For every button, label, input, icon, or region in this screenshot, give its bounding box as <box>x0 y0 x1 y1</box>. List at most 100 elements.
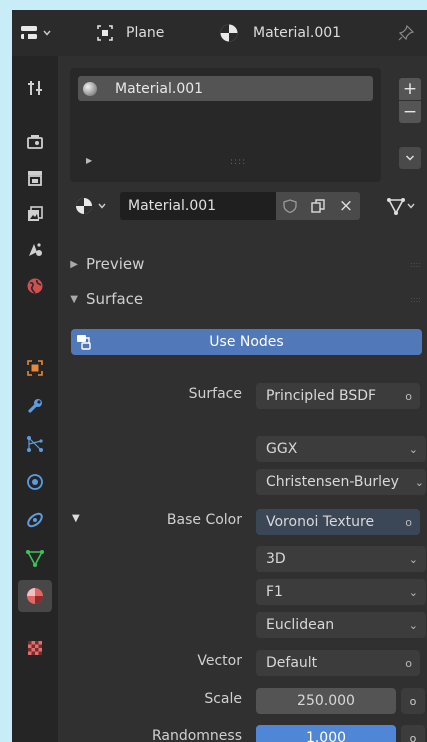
expand-triangle-icon[interactable]: ▶ <box>86 156 92 165</box>
distribution-dropdown[interactable]: GGX ⌄ <box>256 436 426 462</box>
chevron-down-icon: ⌄ <box>408 618 418 632</box>
output-icon <box>28 171 42 186</box>
vector-value: Default <box>266 655 318 671</box>
surface-panel-header[interactable]: ▼ Surface :::: <box>58 284 427 314</box>
material-slot-list[interactable]: Material.001 ▶ :::: <box>70 68 381 182</box>
tab-physics[interactable] <box>18 466 52 498</box>
node-tree-selector[interactable] <box>378 192 424 220</box>
preview-panel-header[interactable]: ▶ Preview :::: <box>58 249 427 279</box>
chevron-down-icon <box>98 203 106 209</box>
world-icon <box>27 278 43 294</box>
vector-field[interactable]: Default o <box>256 650 420 676</box>
slot-specials-button[interactable] <box>399 147 421 169</box>
slot-name: Material.001 <box>115 80 204 97</box>
preview-label: Preview <box>86 255 145 273</box>
tab-texture[interactable] <box>18 632 52 664</box>
fake-user-button[interactable] <box>276 192 304 220</box>
subsurface-method-value: Christensen-Burley <box>266 474 399 490</box>
chevron-down-icon: ⌄ <box>408 442 418 456</box>
editor-type-icon <box>21 26 37 39</box>
use-nodes-button[interactable]: Use Nodes <box>71 329 422 355</box>
expanded-triangle-icon: ▼ <box>70 293 78 305</box>
chevron-down-icon: ⌄ <box>414 475 424 489</box>
tab-world[interactable] <box>18 270 52 302</box>
tab-material[interactable] <box>18 580 52 612</box>
node-icon <box>77 335 91 350</box>
duplicate-material-button[interactable] <box>304 192 332 220</box>
pin-button[interactable] <box>397 10 415 56</box>
subsurface-method-dropdown[interactable]: Christensen-Burley ⌄ <box>256 469 426 495</box>
collapsed-triangle-icon: ▶ <box>70 258 78 270</box>
view-layer-icon <box>28 206 43 221</box>
add-slot-button[interactable]: + <box>399 78 421 100</box>
unlink-material-button[interactable]: × <box>332 192 360 220</box>
tab-view-layer[interactable] <box>18 198 52 230</box>
tab-constraints[interactable] <box>18 504 52 536</box>
chevron-down-icon: ⌄ <box>408 585 418 599</box>
material-sphere-icon <box>83 81 97 96</box>
material-sphere-icon <box>76 198 92 214</box>
editor-type-selector[interactable] <box>20 10 52 56</box>
constraints-icon <box>27 512 43 528</box>
material-sphere-icon <box>220 24 238 42</box>
tab-tool[interactable] <box>18 72 52 104</box>
chevron-down-icon: ⌄ <box>408 552 418 566</box>
header-material-name: Material.001 <box>253 25 342 41</box>
randomness-socket-button[interactable]: o <box>401 725 425 742</box>
browse-material-button[interactable] <box>70 192 122 220</box>
properties-editor: Plane Material.001 Material.001 ▶:::: +… <box>12 10 427 742</box>
panel-grip[interactable]: :::: <box>410 260 421 269</box>
object-data-mesh-icon <box>26 550 44 567</box>
material-icon <box>27 588 43 604</box>
material-name-field[interactable]: Material.001 <box>120 192 276 220</box>
socket-icon: o <box>405 656 412 670</box>
surface-shader-field[interactable]: Principled BSDF o <box>256 383 420 409</box>
base-color-label: Base Color <box>166 512 242 528</box>
randomness-value: 1.000 <box>305 730 347 742</box>
feature-dropdown[interactable]: F1 ⌄ <box>256 579 426 605</box>
base-color-field[interactable]: Voronoi Texture o <box>256 509 420 535</box>
feature-value: F1 <box>266 584 283 600</box>
randomness-label: Randomness <box>151 728 242 742</box>
tab-render[interactable] <box>18 126 52 158</box>
randomness-slider[interactable]: 1.000 <box>256 725 396 742</box>
scale-socket-button[interactable]: o <box>401 688 425 714</box>
dimensions-value: 3D <box>266 551 286 567</box>
duplicate-icon <box>311 199 325 213</box>
remove-slot-button[interactable]: − <box>399 101 421 123</box>
distance-dropdown[interactable]: Euclidean ⌄ <box>256 612 426 638</box>
tab-particles[interactable] <box>18 428 52 460</box>
object-breadcrumb[interactable]: Plane <box>96 10 164 56</box>
tool-icon <box>28 81 42 95</box>
distribution-value: GGX <box>266 441 298 457</box>
chevron-down-icon <box>407 203 415 209</box>
tab-modifiers[interactable] <box>18 390 52 422</box>
dimensions-dropdown[interactable]: 3D ⌄ <box>256 546 426 572</box>
socket-icon: o <box>405 389 412 403</box>
tab-scene[interactable] <box>18 234 52 266</box>
resize-grip[interactable]: :::: <box>230 157 246 167</box>
material-breadcrumb[interactable]: Material.001 <box>219 10 341 56</box>
panel-grip[interactable]: :::: <box>410 295 421 304</box>
tab-object-data[interactable] <box>18 542 52 574</box>
scene-icon <box>29 243 42 256</box>
properties-tabs <box>12 56 58 742</box>
tab-output[interactable] <box>18 162 52 194</box>
socket-icon: o <box>405 515 412 529</box>
surface-panel-label: Surface <box>86 290 144 308</box>
chevron-down-icon <box>43 30 51 36</box>
tab-object[interactable] <box>18 352 52 384</box>
scale-slider[interactable]: 250.000 <box>256 688 396 714</box>
modifier-icon <box>28 399 42 413</box>
scale-value: 250.000 <box>297 693 355 709</box>
list-item[interactable]: Material.001 <box>78 76 373 101</box>
chevron-down-icon <box>405 155 415 161</box>
render-icon <box>27 135 43 149</box>
scale-label: Scale <box>204 691 242 707</box>
texture-icon <box>28 641 42 655</box>
properties-header: Plane Material.001 <box>12 10 427 56</box>
object-name: Plane <box>126 25 165 41</box>
pin-icon <box>398 24 415 41</box>
object-data-icon <box>97 25 113 41</box>
base-color-value: Voronoi Texture <box>266 514 375 530</box>
